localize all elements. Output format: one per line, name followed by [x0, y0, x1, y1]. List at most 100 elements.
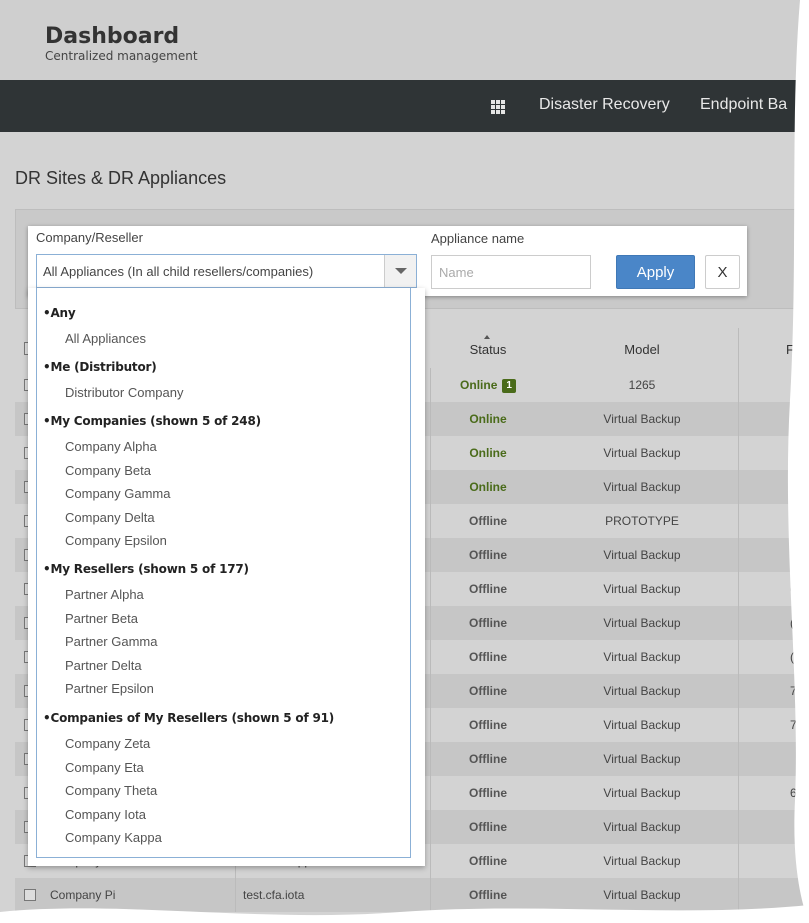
column-header-model[interactable]: Model [567, 342, 717, 357]
status-text: Offline [469, 888, 507, 902]
status-text: Offline [469, 786, 507, 800]
cell-status: Offline [438, 684, 538, 698]
page-title: Dashboard [45, 24, 180, 49]
dropdown-option[interactable]: Company Beta [65, 463, 151, 478]
cell-divider [738, 606, 739, 640]
cell-status: Offline [438, 616, 538, 630]
sort-up-icon [484, 335, 490, 339]
cell-divider [430, 368, 431, 402]
cell-model: Virtual Backup [603, 718, 681, 732]
dropdown-group-label: •Me (Distributor) [43, 360, 157, 374]
status-text: Online [460, 378, 498, 392]
cell-divider [738, 810, 739, 844]
cell-model: Virtual Backup [603, 650, 681, 664]
cell-status: Offline [438, 718, 538, 732]
cell-divider [738, 640, 739, 674]
cell-divider [738, 504, 739, 538]
company-select-value: All Appliances (In all child resellers/c… [43, 264, 314, 279]
dropdown-option[interactable]: Company Gamma [65, 486, 170, 501]
dropdown-option[interactable]: Company Alpha [65, 439, 157, 454]
cell-divider [430, 810, 431, 844]
dropdown-option[interactable]: Company Kappa [65, 830, 162, 845]
status-text: Online [469, 446, 507, 460]
cell-divider [738, 538, 739, 572]
status-text: Online [469, 480, 507, 494]
status-text: Offline [469, 854, 507, 868]
cell-model: Virtual Backup [603, 412, 681, 426]
cell-model: PROTOTYPE [605, 514, 679, 528]
dropdown-option[interactable]: Company Delta [65, 510, 155, 525]
cell-divider [430, 436, 431, 470]
dropdown-option[interactable]: Partner Beta [65, 611, 138, 626]
dropdown-group-label: •My Resellers (shown 5 of 177) [43, 562, 249, 576]
table-row[interactable]: Company Pi test.cfa.iota Offline Virtual Ba… [15, 878, 809, 912]
dropdown-option[interactable]: Partner Epsilon [65, 681, 154, 696]
cell-divider [430, 402, 431, 436]
dropdown-option[interactable]: Company Eta [65, 760, 144, 775]
status-text: Online [469, 412, 507, 426]
cell-divider [235, 878, 236, 912]
cell-status: Offline [438, 854, 538, 868]
appliance-name-input[interactable] [431, 255, 591, 289]
company-reseller-select[interactable]: All Appliances (In all child resellers/c… [36, 254, 417, 288]
cell-divider [738, 436, 739, 470]
appliance-name-label: Appliance name [431, 231, 525, 246]
dropdown-group-label: •Any [43, 306, 76, 320]
dropdown-option[interactable]: All Appliances [65, 331, 146, 346]
cell-model: Virtual Backup [603, 854, 681, 868]
dropdown-option[interactable]: Distributor Company [65, 385, 184, 400]
apply-button[interactable]: Apply [616, 255, 695, 289]
row-checkbox[interactable] [24, 889, 36, 901]
cell-divider [430, 708, 431, 742]
clear-button[interactable]: X [705, 255, 740, 289]
cell-divider [738, 368, 739, 402]
cell-status: Offline [438, 786, 538, 800]
dropdown-option[interactable]: Company Iota [65, 807, 146, 822]
status-text: Offline [469, 718, 507, 732]
cell-divider [738, 844, 739, 878]
dropdown-group-label: •Companies of My Resellers (shown 5 of 9… [43, 711, 335, 725]
cell-divider [430, 742, 431, 776]
apps-grid-icon[interactable] [491, 100, 505, 114]
cell-status: Offline [438, 888, 538, 902]
dropdown-option[interactable]: Company Epsilon [65, 533, 167, 548]
cell-divider [430, 878, 431, 912]
cell-status: Offline [438, 582, 538, 596]
select-toggle[interactable] [384, 255, 416, 287]
status-text: Offline [469, 582, 507, 596]
cell-appliance[interactable]: test.cfa.iota [243, 888, 304, 902]
cell-status: Offline [438, 650, 538, 664]
dropdown-group-label: •My Companies (shown 5 of 248) [43, 414, 261, 428]
cell-divider [738, 742, 739, 776]
dropdown-option[interactable]: Company Theta [65, 783, 157, 798]
nav-item-endpoint-backup[interactable]: Endpoint Ba [700, 96, 787, 114]
cell-model: 1265 [628, 378, 656, 392]
page: Dashboard Centralized management Disaste… [0, 0, 809, 923]
dropdown-option[interactable]: Partner Gamma [65, 634, 157, 649]
column-divider [738, 328, 739, 368]
status-text: Offline [469, 616, 507, 630]
column-header-next[interactable]: F [780, 342, 800, 357]
cell-divider [430, 572, 431, 606]
cell-status: Online [438, 446, 538, 460]
nav-item-disaster-recovery[interactable]: Disaster Recovery [539, 96, 670, 114]
cell-company: Company Pi [50, 888, 116, 902]
dropdown-option[interactable]: Partner Delta [65, 658, 142, 673]
cell-model: Virtual Backup [603, 888, 681, 902]
cell-divider [430, 470, 431, 504]
cell-model: Virtual Backup [603, 616, 681, 630]
page-subtitle: Centralized management [45, 49, 198, 63]
column-header-status[interactable]: Status [438, 342, 538, 357]
status-text: Offline [469, 684, 507, 698]
cell-divider [430, 504, 431, 538]
company-dropdown-list[interactable]: •Any All Appliances •Me (Distributor) Distr… [36, 288, 411, 858]
dropdown-option[interactable]: Company Zeta [65, 736, 150, 751]
cell-next-column: 6.1 [790, 786, 807, 800]
cell-next-column: 7 [790, 684, 797, 698]
cell-model: Virtual Backup [603, 752, 681, 766]
dropdown-option[interactable]: Partner Alpha [65, 587, 144, 602]
cell-next-column: ( [790, 650, 794, 664]
cell-status: Offline [438, 514, 538, 528]
company-reseller-label: Company/Reseller [36, 230, 143, 245]
status-text: Offline [469, 820, 507, 834]
